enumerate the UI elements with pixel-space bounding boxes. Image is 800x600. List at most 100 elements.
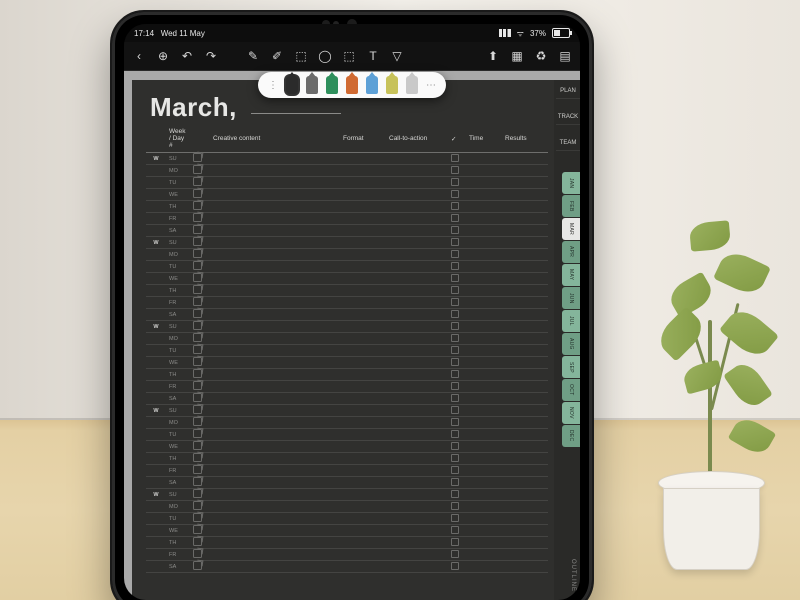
table-row[interactable]: TH (146, 285, 548, 297)
row-edit-checkbox[interactable] (193, 477, 202, 486)
table-row[interactable]: WE (146, 441, 548, 453)
table-row[interactable]: TU (146, 261, 548, 273)
row-edit-checkbox[interactable] (193, 357, 202, 366)
pen-color-0[interactable] (286, 76, 298, 94)
row-edit-checkbox[interactable] (193, 417, 202, 426)
month-year-field[interactable] (251, 113, 341, 114)
table-row[interactable]: MO (146, 501, 548, 513)
row-edit-checkbox[interactable] (193, 309, 202, 318)
month-tab-nov[interactable]: NOV (562, 402, 580, 424)
eraser-tool-button[interactable]: ◯ (318, 49, 332, 63)
row-edit-checkbox[interactable] (193, 225, 202, 234)
done-checkbox[interactable] (451, 502, 459, 510)
row-edit-checkbox[interactable] (193, 453, 202, 462)
row-edit-checkbox[interactable] (193, 501, 202, 510)
month-tab-feb[interactable]: FEB (562, 195, 580, 217)
view-grid-button[interactable]: ▦ (510, 49, 524, 63)
done-checkbox[interactable] (451, 322, 459, 330)
table-row[interactable]: TH (146, 369, 548, 381)
table-row[interactable]: TU (146, 177, 548, 189)
table-row[interactable]: TU (146, 513, 548, 525)
row-edit-checkbox[interactable] (193, 381, 202, 390)
pen-color-1[interactable] (306, 76, 318, 94)
row-edit-checkbox[interactable] (193, 189, 202, 198)
row-edit-checkbox[interactable] (193, 201, 202, 210)
pill-handle-left[interactable]: ⋮ (268, 80, 278, 91)
table-row[interactable]: MO (146, 165, 548, 177)
new-page-button[interactable]: ⊕ (156, 49, 170, 63)
table-row[interactable]: FR (146, 465, 548, 477)
tab-team[interactable]: TEAM (556, 136, 580, 151)
row-edit-checkbox[interactable] (193, 249, 202, 258)
row-edit-checkbox[interactable] (193, 489, 202, 498)
row-edit-checkbox[interactable] (193, 273, 202, 282)
layers-button[interactable]: ▤ (558, 49, 572, 63)
done-checkbox[interactable] (451, 526, 459, 534)
pen-color-4[interactable] (366, 76, 378, 94)
row-edit-checkbox[interactable] (193, 153, 202, 162)
back-button[interactable]: ‹ (132, 49, 146, 63)
pen-color-5[interactable] (386, 76, 398, 94)
pill-more-button[interactable]: ⋯ (426, 80, 436, 91)
done-checkbox[interactable] (451, 262, 459, 270)
month-tab-aug[interactable]: AUG (562, 333, 580, 355)
month-tab-oct[interactable]: OCT (562, 379, 580, 401)
table-row[interactable]: TU (146, 429, 548, 441)
done-checkbox[interactable] (451, 166, 459, 174)
share-button[interactable]: ⬆ (486, 49, 500, 63)
table-row[interactable]: SA (146, 477, 548, 489)
table-row[interactable]: FR (146, 381, 548, 393)
table-row[interactable]: FR (146, 213, 548, 225)
table-row[interactable]: MO (146, 249, 548, 261)
planner-page[interactable]: March, Week / Day # Creative content For… (132, 80, 554, 600)
row-edit-checkbox[interactable] (193, 549, 202, 558)
month-tab-may[interactable]: MAY (562, 264, 580, 286)
month-tab-sep[interactable]: SEP (562, 356, 580, 378)
table-row[interactable]: MO (146, 333, 548, 345)
table-row[interactable]: SA (146, 393, 548, 405)
pen-color-2[interactable] (326, 76, 338, 94)
done-checkbox[interactable] (451, 406, 459, 414)
undo-button[interactable]: ↶ (180, 49, 194, 63)
table-row[interactable]: MO (146, 417, 548, 429)
table-row[interactable]: WSU (146, 489, 548, 501)
tab-track[interactable]: TRACK (556, 110, 580, 125)
month-tab-jan[interactable]: JAN (562, 172, 580, 194)
row-edit-checkbox[interactable] (193, 525, 202, 534)
month-tab-apr[interactable]: APR (562, 241, 580, 263)
done-checkbox[interactable] (451, 154, 459, 162)
tab-plan[interactable]: PLAN (556, 84, 580, 99)
month-tab-jun[interactable]: JUN (562, 287, 580, 309)
table-row[interactable]: WSU (146, 405, 548, 417)
done-checkbox[interactable] (451, 478, 459, 486)
done-checkbox[interactable] (451, 430, 459, 438)
redo-button[interactable]: ↷ (204, 49, 218, 63)
row-edit-checkbox[interactable] (193, 213, 202, 222)
row-edit-checkbox[interactable] (193, 165, 202, 174)
marker-tool-button[interactable]: ✐ (270, 49, 284, 63)
done-checkbox[interactable] (451, 226, 459, 234)
row-edit-checkbox[interactable] (193, 237, 202, 246)
row-edit-checkbox[interactable] (193, 513, 202, 522)
done-checkbox[interactable] (451, 514, 459, 522)
shapes-tool-button[interactable]: ▽ (390, 49, 404, 63)
row-edit-checkbox[interactable] (193, 405, 202, 414)
row-edit-checkbox[interactable] (193, 333, 202, 342)
done-checkbox[interactable] (451, 238, 459, 246)
done-checkbox[interactable] (451, 190, 459, 198)
table-row[interactable]: WE (146, 357, 548, 369)
done-checkbox[interactable] (451, 334, 459, 342)
row-edit-checkbox[interactable] (193, 369, 202, 378)
table-row[interactable]: WE (146, 189, 548, 201)
done-checkbox[interactable] (451, 298, 459, 306)
highlighter-tool-button[interactable]: ⬚ (294, 49, 308, 63)
row-edit-checkbox[interactable] (193, 393, 202, 402)
row-edit-checkbox[interactable] (193, 465, 202, 474)
row-edit-checkbox[interactable] (193, 297, 202, 306)
done-checkbox[interactable] (451, 466, 459, 474)
row-edit-checkbox[interactable] (193, 429, 202, 438)
month-tab-jul[interactable]: JUL (562, 310, 580, 332)
table-row[interactable]: SA (146, 309, 548, 321)
done-checkbox[interactable] (451, 310, 459, 318)
done-checkbox[interactable] (451, 550, 459, 558)
